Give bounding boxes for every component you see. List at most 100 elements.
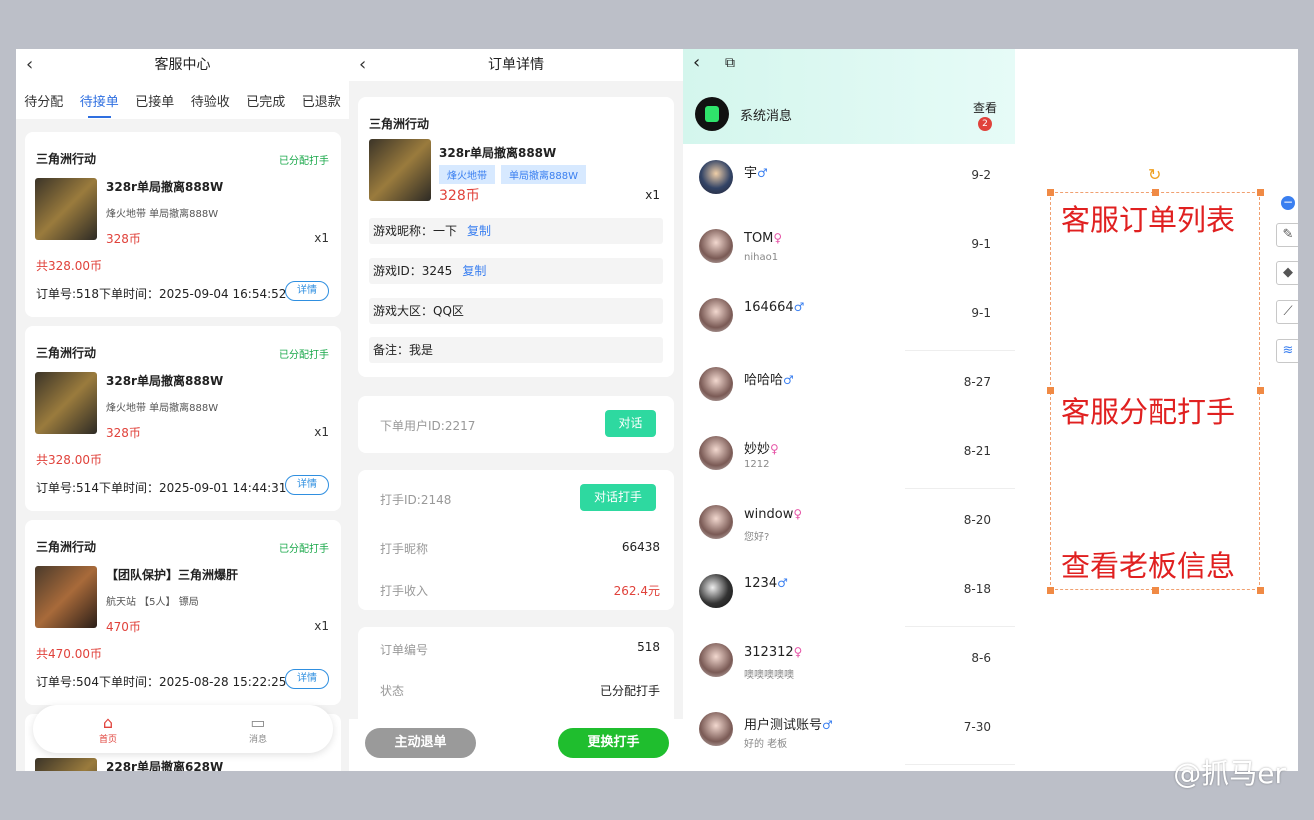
list-item[interactable]: 哈哈哈♂ 8-27 bbox=[683, 351, 1015, 420]
message-date: 8-27 bbox=[963, 375, 991, 389]
tab-completed[interactable]: 已完成 bbox=[246, 87, 285, 114]
nav-home[interactable]: ⌂ 首页 bbox=[98, 712, 117, 745]
detail-button[interactable]: 详情 bbox=[285, 281, 329, 301]
order-total: 共328.00币 bbox=[36, 259, 102, 273]
male-icon: ♂ bbox=[822, 718, 833, 732]
refund-button[interactable]: 主动退单 bbox=[365, 728, 476, 758]
field-text: 备注：我是 bbox=[373, 343, 434, 357]
layers-icon[interactable]: ≋ bbox=[1276, 339, 1298, 363]
order-detail-panel: ‹ 订单详情 三角洲行动 328r单局撤离888W 烽火地带 单局撤离888W 3… bbox=[349, 49, 683, 771]
action-bar: 主动退单 更换打手 bbox=[349, 719, 683, 771]
message-date: 8-21 bbox=[963, 444, 991, 458]
nickname-field: 游戏昵称：一下 复制 bbox=[369, 218, 663, 244]
status-badge: 已分配打手 bbox=[279, 156, 329, 167]
divider bbox=[905, 488, 1015, 489]
clear-icon[interactable]: ⧉ bbox=[725, 55, 735, 71]
line-icon[interactable]: ⟋ bbox=[1276, 300, 1298, 324]
male-icon: ♂ bbox=[757, 166, 768, 180]
view-label: 查看 bbox=[972, 101, 997, 115]
list-item[interactable]: window♀ 您好? 8-20 bbox=[683, 489, 1015, 558]
list-item[interactable]: 妙妙♀ 1212 8-21 bbox=[683, 420, 1015, 489]
product-tags: 烽火地带 单局撤离888W bbox=[439, 164, 592, 184]
list-item[interactable]: 宇♂ 9-2 bbox=[683, 144, 1015, 213]
order-total: 共328.00币 bbox=[36, 453, 102, 467]
system-message-header: ‹ ⧉ 系统消息 查看 2 bbox=[683, 49, 1015, 144]
status-badge: 已分配打手 bbox=[279, 350, 329, 361]
tab-refunded[interactable]: 已退款 bbox=[302, 87, 341, 114]
detail-button[interactable]: 详情 bbox=[285, 475, 329, 495]
name-text: TOM bbox=[744, 231, 774, 246]
detail-button[interactable]: 详情 bbox=[285, 669, 329, 689]
nav-messages[interactable]: ▭ 消息 bbox=[248, 713, 267, 745]
order-card[interactable]: 三角洲行动 已分配打手 328r单局撤离888W 烽火地带 单局撤离888W 3… bbox=[25, 132, 341, 317]
game-id-field: 游戏ID：3245 复制 bbox=[369, 258, 663, 284]
back-icon[interactable]: ‹ bbox=[359, 49, 366, 81]
product-subtitle: 烽火地带 单局撤离888W bbox=[106, 209, 219, 220]
product-image bbox=[35, 758, 97, 771]
female-icon: ♀ bbox=[793, 645, 803, 659]
order-card[interactable]: 三角洲行动 已分配打手 328r单局撤离888W 烽火地带 单局撤离888W 3… bbox=[25, 326, 341, 511]
change-player-button[interactable]: 更换打手 bbox=[558, 728, 669, 758]
product-subtitle: 航天站 【5人】 镖局 bbox=[106, 597, 199, 608]
list-item[interactable]: TOM♀ nihao1 9-1 bbox=[683, 213, 1015, 282]
divider bbox=[905, 764, 1015, 765]
tab-unassigned[interactable]: 待分配 bbox=[24, 87, 63, 114]
tab-accepted[interactable]: 已接单 bbox=[135, 87, 174, 114]
resize-handle[interactable] bbox=[1047, 189, 1054, 196]
nav-messages-label: 消息 bbox=[248, 734, 267, 745]
chat-player-button[interactable]: 对话打手 bbox=[580, 484, 656, 511]
view-button[interactable]: 查看 2 bbox=[973, 99, 997, 131]
female-icon: ♀ bbox=[793, 507, 803, 521]
product-qty: x1 bbox=[314, 425, 329, 439]
back-icon[interactable]: ‹ bbox=[693, 52, 700, 73]
list-item[interactable]: 312312♀ 噢噢噢噢噢 8-6 bbox=[683, 627, 1015, 696]
resize-handle[interactable] bbox=[1152, 587, 1159, 594]
name-text: 164664 bbox=[744, 300, 794, 315]
state-label: 状态 bbox=[380, 684, 405, 698]
back-icon[interactable]: ‹ bbox=[26, 49, 33, 81]
resize-handle[interactable] bbox=[1047, 387, 1054, 394]
order-card[interactable]: 三角洲行动 已分配打手 【团队保护】三角洲爆肝 航天站 【5人】 镖局 470币… bbox=[25, 520, 341, 705]
copy-button[interactable]: 复制 bbox=[467, 224, 491, 238]
product-title: 【团队保护】三角洲爆肝 bbox=[106, 568, 239, 582]
message-date: 8-6 bbox=[971, 651, 991, 665]
order-info-box: 订单编号 518 状态 已分配打手 bbox=[358, 627, 674, 727]
resize-handle[interactable] bbox=[1257, 387, 1264, 394]
list-item[interactable]: 1234♂ 8-18 bbox=[683, 558, 1015, 627]
field-text: 游戏昵称：一下 bbox=[373, 224, 458, 238]
chat-button[interactable]: 对话 bbox=[605, 410, 656, 437]
product-price: 328币 bbox=[439, 188, 480, 204]
page-title: 客服中心 bbox=[154, 57, 211, 73]
name-text: 1234 bbox=[744, 576, 778, 591]
home-icon: ⌂ bbox=[102, 712, 114, 732]
resize-handle[interactable] bbox=[1257, 587, 1264, 594]
rotate-icon[interactable]: ↻ bbox=[1148, 165, 1161, 184]
buyer-id: 下单用户ID:2217 bbox=[380, 419, 476, 433]
tag: 烽火地带 bbox=[439, 165, 495, 184]
order-tabs: 待分配 待接单 已接单 待验收 已完成 已退款 bbox=[16, 81, 349, 119]
game-name: 三角洲行动 bbox=[36, 540, 97, 554]
message-date: 9-1 bbox=[971, 237, 991, 251]
screenshot-frame: ‹ 客服中心 待分配 待接单 已接单 待验收 已完成 已退款 三角洲行动 已分配… bbox=[16, 49, 1298, 771]
list-item[interactable]: 164664♂ 9-1 bbox=[683, 282, 1015, 351]
minus-icon[interactable]: − bbox=[1281, 196, 1295, 210]
tab-pending[interactable]: 待接单 bbox=[80, 87, 119, 118]
resize-handle[interactable] bbox=[1047, 587, 1054, 594]
fill-icon[interactable]: ◆ bbox=[1276, 261, 1298, 285]
buyer-box: 下单用户ID:2217 对话 bbox=[358, 396, 674, 453]
resize-handle[interactable] bbox=[1152, 189, 1159, 196]
system-message-title: 系统消息 bbox=[740, 109, 793, 124]
copy-button[interactable]: 复制 bbox=[462, 264, 486, 278]
tab-to-verify[interactable]: 待验收 bbox=[191, 87, 230, 114]
field-text: 游戏ID：3245 bbox=[373, 264, 453, 278]
header: ‹ 客服中心 bbox=[16, 49, 349, 81]
nav-home-label: 首页 bbox=[98, 734, 117, 745]
player-name-label: 打手昵称 bbox=[380, 542, 429, 556]
order-info: 订单号:504下单时间：2025-08-28 15:22:25 bbox=[36, 675, 287, 689]
game-name: 三角洲行动 bbox=[36, 152, 97, 166]
avatar bbox=[699, 505, 733, 539]
list-item[interactable]: 用户测试账号♂ 好的 老板 7-30 bbox=[683, 696, 1015, 765]
unread-badge: 2 bbox=[977, 117, 992, 131]
edit-icon[interactable]: ✎ bbox=[1276, 223, 1298, 247]
resize-handle[interactable] bbox=[1257, 189, 1264, 196]
